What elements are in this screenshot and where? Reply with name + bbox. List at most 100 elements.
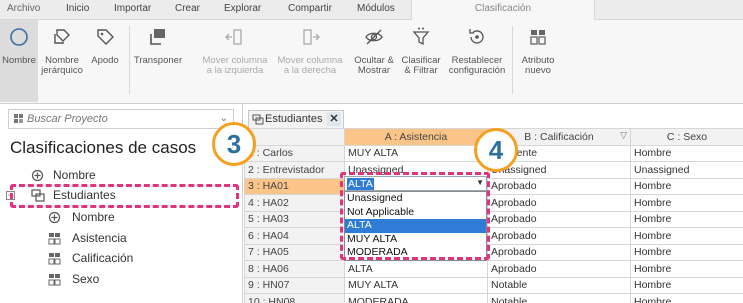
row-header[interactable]: 1 : Carlos <box>244 144 345 162</box>
nombre-jerarquico-label-2: jerárquico <box>41 65 83 76</box>
table-cell[interactable]: Hombre <box>630 260 743 278</box>
mover-columna-izquierda-button[interactable]: Mover columna a la izquierda <box>199 20 271 102</box>
filter-icon <box>412 27 430 46</box>
row-header[interactable]: 5 : HA03 <box>244 210 345 228</box>
row-header[interactable]: 7 : HA05 <box>244 243 345 261</box>
transponer-label: Transponer <box>133 55 183 66</box>
menu-clasificacion[interactable]: Clasificación <box>411 0 595 20</box>
circle-plus-icon <box>48 211 61 224</box>
tree-item-nombre-child[interactable]: Nombre <box>0 208 240 228</box>
mover-izq-label-2: a la izquierda <box>206 65 264 76</box>
circle-icon <box>10 28 28 46</box>
grid-icon <box>48 233 61 245</box>
nombre-jerarquico-button[interactable]: Nombre jerárquico <box>40 20 84 102</box>
hierarchy-tag-icon <box>54 29 70 44</box>
move-column-left-icon <box>225 29 242 45</box>
row-header[interactable]: 4 : HA02 <box>244 194 345 212</box>
atributo-nuevo-button[interactable]: Atributo nuevo <box>516 20 560 102</box>
tree-item-nombre[interactable]: Nombre <box>0 166 240 186</box>
table-cell[interactable]: Aprobado <box>487 227 631 245</box>
mover-der-label-2: a la derecha <box>283 65 337 76</box>
column-header-sexo[interactable]: C : Sexo <box>630 128 743 146</box>
tree-item-label: Calificación <box>72 251 134 265</box>
table-cell[interactable]: Hombre <box>630 210 743 228</box>
table-cell[interactable]: Unassigned <box>630 161 743 179</box>
callout-highlight-estudiantes <box>10 184 239 208</box>
menu-inicio[interactable]: Inicio <box>66 3 89 14</box>
tree-item-sexo[interactable]: Sexo <box>0 270 240 290</box>
attribute-icon <box>530 30 546 45</box>
search-input[interactable]: Buscar Proyecto ⌄ <box>8 109 234 129</box>
table-cell[interactable]: Aprobado <box>487 260 631 278</box>
nombre-button[interactable]: Nombre <box>0 20 38 102</box>
clasificar-filtrar-button[interactable]: Clasificar & Filtrar <box>398 20 444 102</box>
apodo-label: Apodo <box>91 55 119 66</box>
table-cell[interactable]: MODERADA <box>344 293 488 303</box>
callout-highlight-dropdown <box>340 172 490 260</box>
column-header-asistencia[interactable]: A : Asistencia <box>344 128 488 146</box>
table-row: 5 : HA03 Aprobado Hombre <box>244 210 743 228</box>
table-cell[interactable]: Notable <box>487 293 631 303</box>
table-cell[interactable]: Hombre <box>630 276 743 294</box>
table-cell[interactable]: Hombre <box>630 194 743 212</box>
mover-columna-derecha-button[interactable]: Mover columna a la derecha <box>274 20 346 102</box>
menu-importar[interactable]: Importar <box>114 3 151 14</box>
tree-item-calificacion[interactable]: Calificación <box>0 249 240 269</box>
project-search-icon <box>14 114 23 123</box>
table-cell[interactable]: Hombre <box>630 243 743 261</box>
menu-archivo[interactable]: Archivo <box>7 3 40 14</box>
table-cell[interactable]: Hombre <box>630 144 743 162</box>
ocultar-mostrar-button[interactable]: Ocultar & Mostrar <box>350 20 398 102</box>
column-header-label: B : Calificación <box>524 130 594 143</box>
callout-badge-4: 4 <box>474 128 518 172</box>
grid-icon <box>48 253 61 265</box>
close-icon[interactable]: ✕ <box>327 112 341 126</box>
table-cell[interactable]: Hombre <box>630 177 743 195</box>
table-cell[interactable]: ALTA <box>344 260 488 278</box>
filter-icon[interactable]: ▽ <box>620 130 627 141</box>
class-icon <box>252 114 264 125</box>
row-header[interactable]: 3 : HA01 <box>244 177 345 195</box>
grid-icon <box>48 274 61 286</box>
tree-item-asistencia[interactable]: Asistencia <box>0 229 240 249</box>
callout-badge-3: 3 <box>212 122 256 166</box>
table-cell[interactable]: Aprobado <box>487 194 631 212</box>
table-cell[interactable]: Aprobado <box>487 210 631 228</box>
table-row: 7 : HA05 Aprobado Hombre <box>244 243 743 261</box>
corner-header <box>244 128 345 146</box>
menu-compartir[interactable]: Compartir <box>288 3 332 14</box>
table-cell[interactable]: Hombre <box>630 227 743 245</box>
row-header[interactable]: 6 : HA04 <box>244 227 345 245</box>
restablecer-label-2: configuración <box>448 65 506 76</box>
ribbon-separator <box>512 26 513 94</box>
row-header[interactable]: 9 : HN07 <box>244 276 345 294</box>
menu-explorar[interactable]: Explorar <box>224 3 261 14</box>
table-cell[interactable]: Hombre <box>630 293 743 303</box>
restablecer-configuracion-button[interactable]: Restablecer configuración <box>444 20 510 102</box>
table-cell[interactable]: Aprobado <box>487 177 631 195</box>
tree-item-label: Asistencia <box>72 231 127 245</box>
circle-plus-icon <box>31 169 44 182</box>
menu-crear[interactable]: Crear <box>175 3 200 14</box>
row-header[interactable]: 8 : HA06 <box>244 260 345 278</box>
apodo-button[interactable]: Apodo <box>86 20 124 102</box>
tree-item-label: Sexo <box>72 272 100 286</box>
menu-modulos[interactable]: Módulos <box>357 3 395 14</box>
tree-item-label: Nombre <box>53 168 96 182</box>
row-header[interactable]: 10 : HN08 <box>244 293 345 303</box>
transponer-button[interactable]: Transponer <box>132 20 184 102</box>
clasificar-label-2: & Filtrar <box>404 65 438 76</box>
transpose-icon <box>150 29 165 45</box>
nombre-label: Nombre <box>2 55 36 66</box>
menu-bar: Archivo Inicio Importar Crear Explorar C… <box>0 0 743 20</box>
tab-estudiantes[interactable]: Estudiantes ✕ <box>248 110 344 128</box>
table-cell[interactable]: MUY ALTA <box>344 276 488 294</box>
table-cell[interactable]: Notable <box>487 276 631 294</box>
table-cell[interactable]: Aprobado <box>487 243 631 261</box>
row-header[interactable]: 2 : Entrevistador <box>244 161 345 179</box>
move-column-right-icon <box>303 29 320 45</box>
atributo-label-2: nuevo <box>525 65 551 76</box>
table-row: 6 : HA04 Aprobado Hombre <box>244 227 743 245</box>
eye-slash-icon <box>365 29 383 45</box>
table-cell[interactable]: MUY ALTA <box>344 144 488 162</box>
